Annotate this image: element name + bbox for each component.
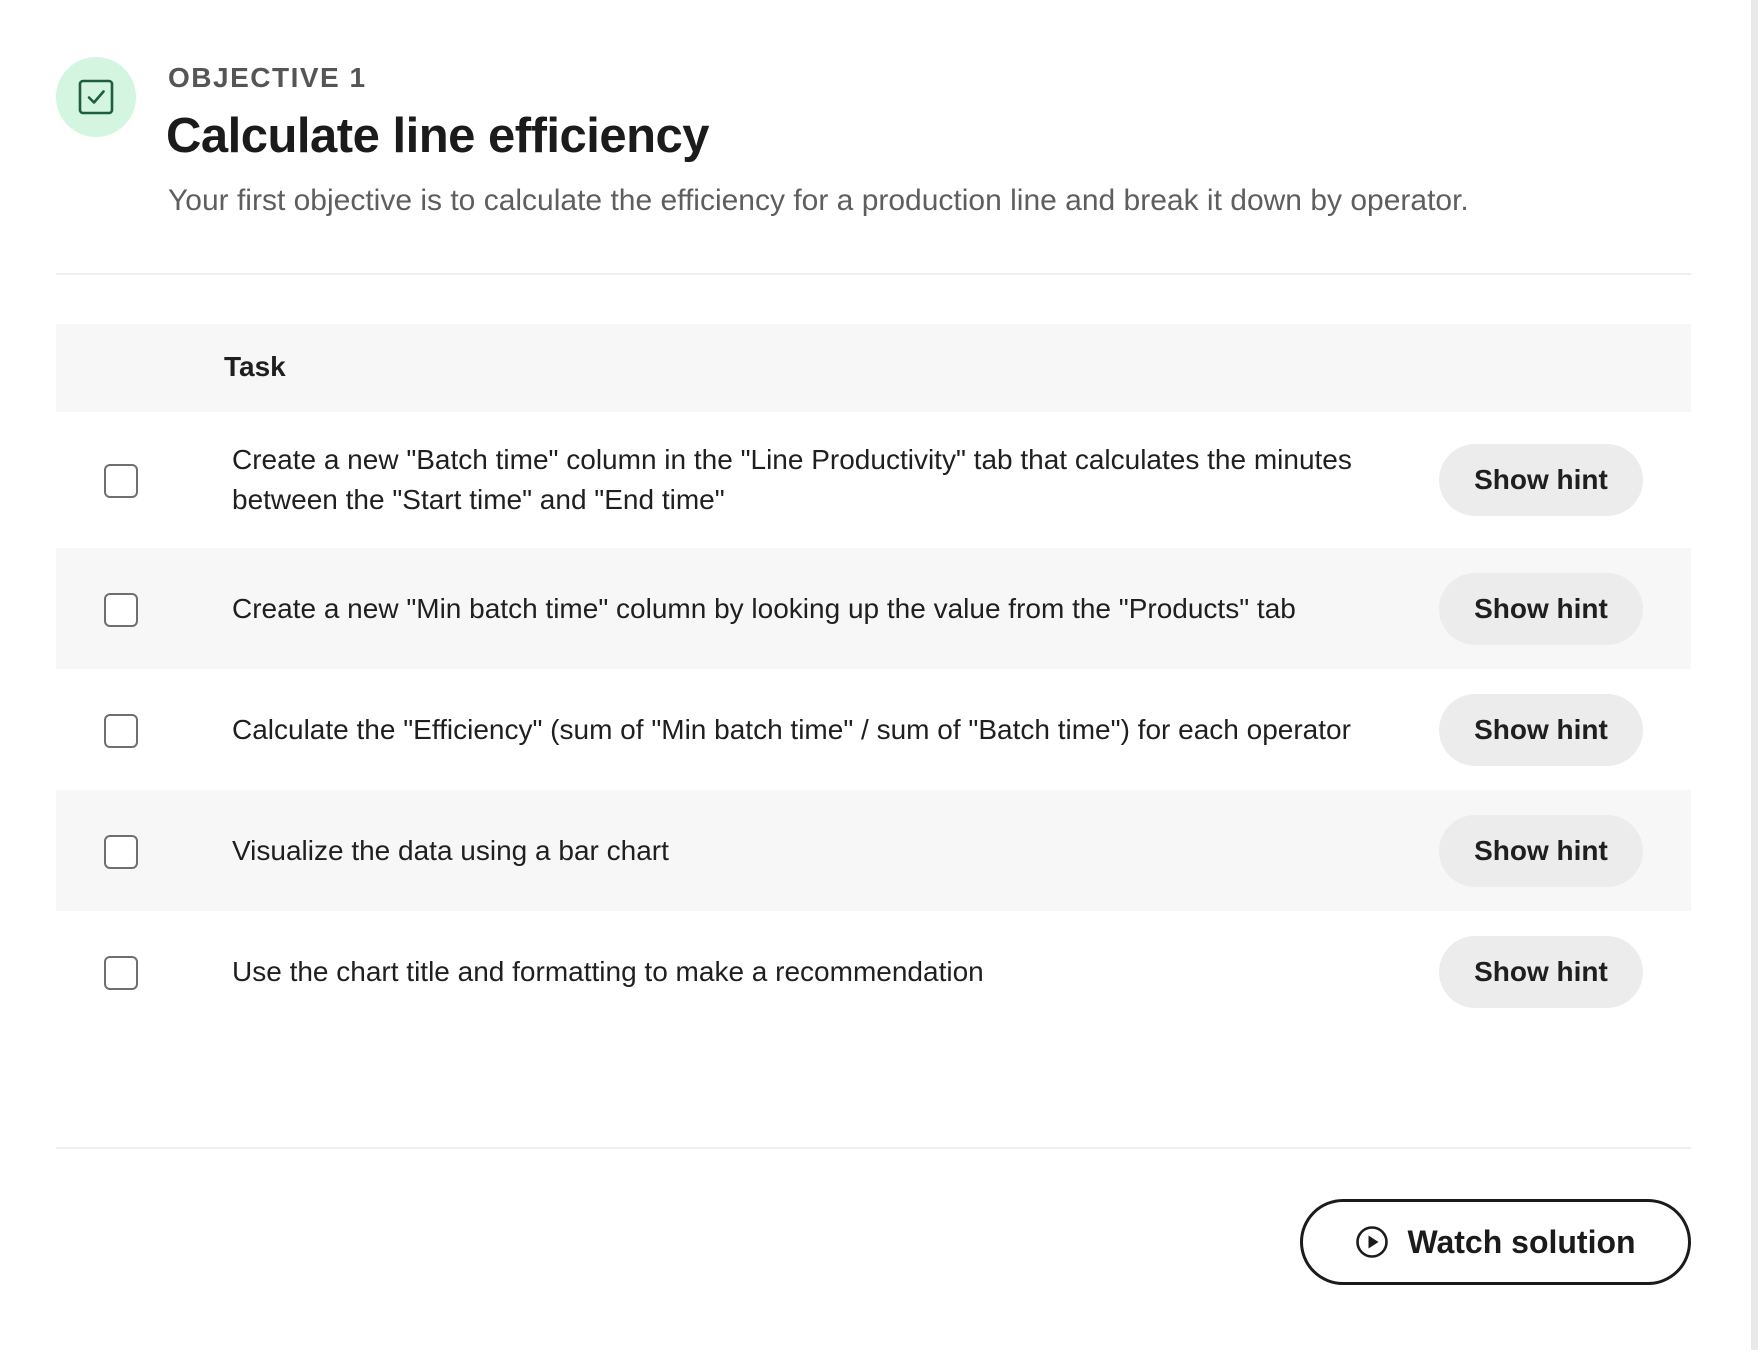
task-row: Calculate the "Efficiency" (sum of "Min … bbox=[56, 669, 1691, 790]
task-checkbox[interactable] bbox=[104, 713, 138, 748]
divider bbox=[56, 273, 1691, 275]
task-row: Create a new "Min batch time" column by … bbox=[56, 548, 1691, 669]
task-checkbox[interactable] bbox=[104, 834, 138, 869]
divider bbox=[56, 1147, 1691, 1149]
show-hint-button[interactable]: Show hint bbox=[1439, 572, 1643, 645]
task-checkbox[interactable] bbox=[104, 464, 138, 498]
checkbox-checked-icon bbox=[78, 79, 114, 115]
task-row: Visualize the data using a bar chart Sho… bbox=[56, 790, 1691, 911]
show-hint-button[interactable]: Show hint bbox=[1439, 693, 1643, 766]
objective-title: Calculate line efficiency bbox=[166, 109, 710, 163]
task-text: Create a new "Min batch time" column by … bbox=[232, 592, 1296, 624]
show-hint-button[interactable]: Show hint bbox=[1439, 935, 1643, 1008]
task-text: Create a new "Batch time" column in the … bbox=[232, 444, 1352, 515]
table-header: Task bbox=[56, 324, 1691, 412]
objective-page: OBJECTIVE 1 Calculate line efficiency Yo… bbox=[0, 0, 1758, 1350]
task-checkbox[interactable] bbox=[104, 955, 138, 990]
play-circle-icon bbox=[1355, 1225, 1389, 1259]
task-table: Task Create a new "Batch time" column in… bbox=[56, 324, 1691, 1032]
show-hint-button[interactable]: Show hint bbox=[1439, 814, 1643, 887]
column-header-task: Task bbox=[224, 351, 286, 382]
task-text: Calculate the "Efficiency" (sum of "Min … bbox=[232, 713, 1351, 745]
task-checkbox[interactable] bbox=[104, 592, 138, 627]
scrollbar[interactable] bbox=[1751, 0, 1758, 1350]
objective-badge bbox=[56, 57, 136, 137]
show-hint-button[interactable]: Show hint bbox=[1439, 444, 1643, 516]
objective-description: Your first objective is to calculate the… bbox=[168, 184, 1469, 217]
watch-solution-button[interactable]: Watch solution bbox=[1300, 1199, 1691, 1285]
task-row: Create a new "Batch time" column in the … bbox=[56, 412, 1691, 548]
task-text: Use the chart title and formatting to ma… bbox=[232, 955, 984, 987]
objective-kicker: OBJECTIVE 1 bbox=[168, 62, 367, 93]
task-text: Visualize the data using a bar chart bbox=[232, 834, 669, 866]
task-row: Use the chart title and formatting to ma… bbox=[56, 911, 1691, 1032]
watch-solution-label: Watch solution bbox=[1407, 1223, 1636, 1260]
